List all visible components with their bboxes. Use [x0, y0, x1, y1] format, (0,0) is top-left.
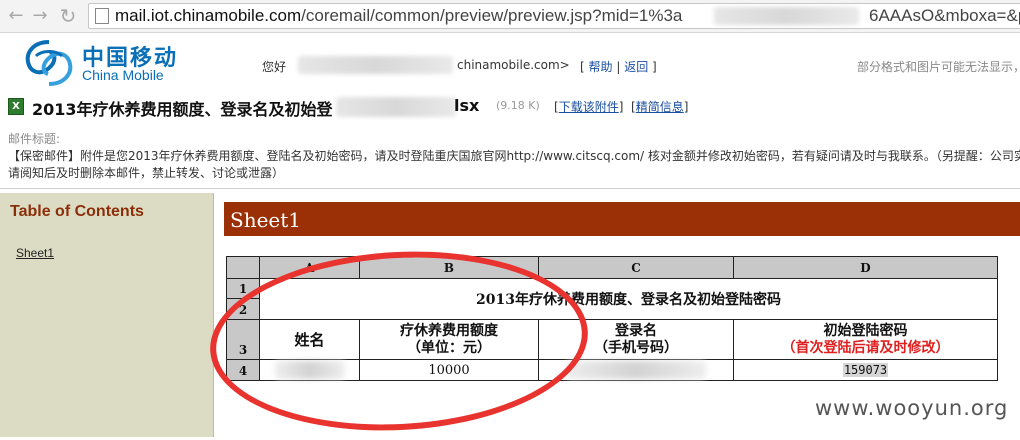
- toc-item-sheet1[interactable]: Sheet1: [16, 246, 54, 260]
- sheet-title-banner: Sheet1: [224, 202, 1020, 236]
- china-mobile-logo-icon: [25, 40, 73, 86]
- china-mobile-logo: 中国移动 China Mobile: [22, 38, 182, 88]
- header-password-line1: 初始登陆密码: [823, 322, 908, 339]
- redacted-url-segment: [714, 7, 859, 25]
- address-bar[interactable]: mail.iot.chinamobile.com/coremail/common…: [88, 3, 1020, 29]
- col-header-c: C: [538, 256, 734, 279]
- redacted-phone: [566, 361, 706, 379]
- back-link[interactable]: 返回: [624, 60, 648, 74]
- url-text: mail.iot.chinamobile.com/coremail/common…: [115, 6, 683, 25]
- redacted-filename: [336, 97, 456, 117]
- reload-icon[interactable]: ↻: [58, 6, 78, 26]
- mail-body-line-2: 请阅知后及时删除本邮件，禁止转发、讨论或泄露）: [8, 166, 285, 180]
- toc-sidebar: Table of Contents Sheet1: [0, 193, 214, 437]
- user-email-domain: chinamobile.com>: [457, 58, 570, 72]
- watermark: www.wooyun.org: [815, 396, 1009, 420]
- attachment-actions: [下载该附件] [精简信息]: [554, 100, 689, 114]
- password-value: 159073: [842, 362, 889, 377]
- redacted-username: [298, 56, 453, 74]
- col-header-d: D: [733, 256, 998, 279]
- password-value-cell: 159073: [733, 359, 998, 381]
- page-icon: [95, 8, 109, 24]
- mail-body-line-1: 【保密邮件】附件是您2013年疗休养费用额度、登陆名及初始密码，请及时登陆重庆国…: [8, 149, 1020, 163]
- attachment-name: 2013年疗休养费用额度、登录名及初始登: [32, 100, 333, 119]
- excel-file-icon: X: [8, 98, 24, 115]
- help-link[interactable]: 帮助: [589, 60, 613, 74]
- toc-title: Table of Contents: [10, 203, 144, 220]
- divider: [0, 188, 1020, 189]
- back-arrow-icon[interactable]: ←: [6, 6, 26, 26]
- url-tail-text: 6AAAsO&mboxa=&p: [869, 6, 1020, 25]
- browser-toolbar: ← → ↻ mail.iot.chinamobile.com/coremail/…: [0, 0, 1020, 33]
- header-password-cell: 初始登陆密码 （首次登陆后请及时修改）: [733, 319, 998, 360]
- greeting: 您好: [262, 60, 287, 74]
- attachment-size: (9.18 K): [496, 99, 540, 112]
- header-password-note: （首次登陆后请及时修改）: [781, 339, 950, 356]
- corner-cell: [226, 256, 260, 279]
- forward-arrow-icon[interactable]: →: [30, 6, 50, 26]
- sheet-name: Sheet1: [230, 208, 302, 232]
- attachment-extension: lsx: [454, 96, 480, 115]
- format-notice: 部分格式和图片可能无法显示，: [857, 60, 1020, 74]
- logo-english-text: China Mobile: [82, 67, 164, 83]
- download-attachment-link[interactable]: 下载该附件: [559, 100, 619, 114]
- mail-subject-label: 邮件标题:: [8, 132, 61, 146]
- mail-body: 【保密邮件】附件是您2013年疗休养费用额度、登陆名及初始密码，请及时登陆重庆国…: [8, 148, 1020, 182]
- simplified-info-link[interactable]: 精简信息: [636, 100, 684, 114]
- header-links: [ 帮助 | 返回 ]: [580, 60, 657, 74]
